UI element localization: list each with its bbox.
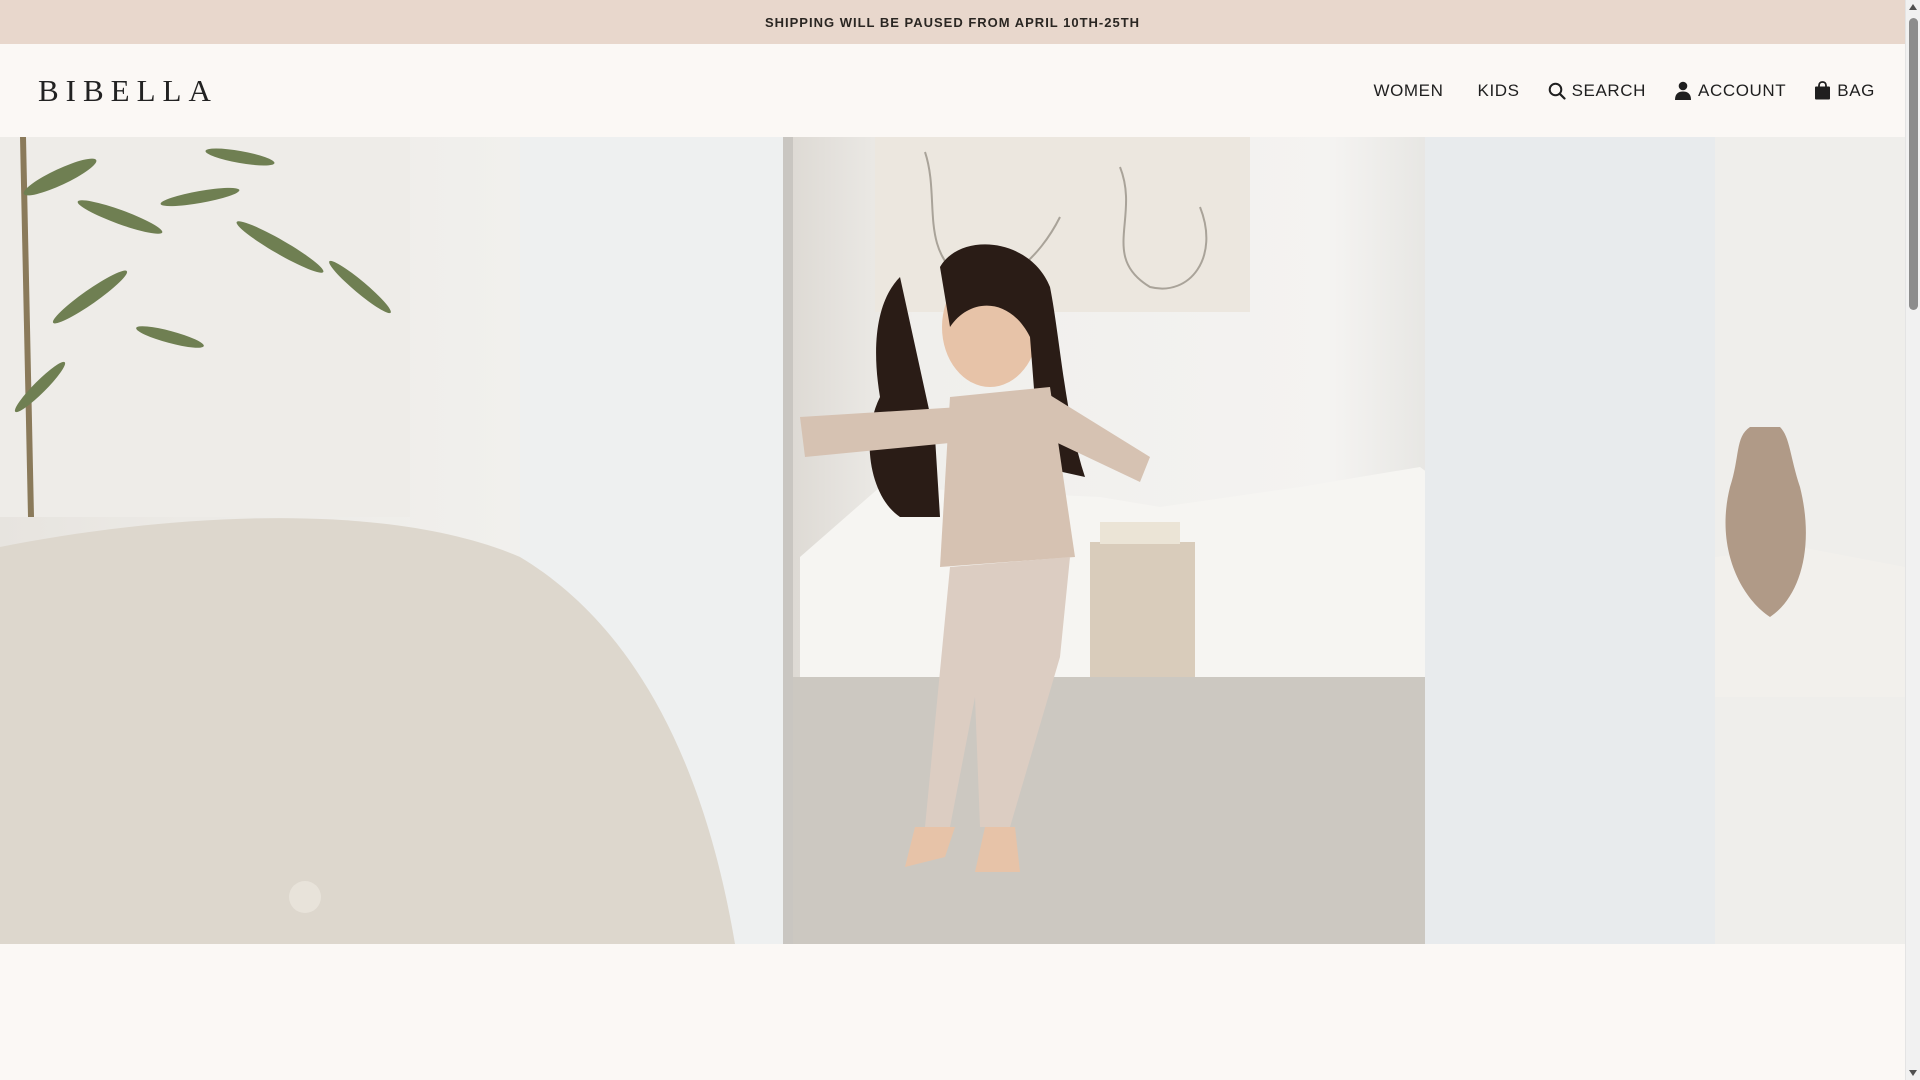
nav-search[interactable]: SEARCH: [1548, 82, 1646, 100]
nav-bag[interactable]: BAG: [1814, 81, 1875, 100]
floor: [740, 677, 1470, 944]
hero-illustration: [0, 137, 1905, 944]
scrollbar[interactable]: [1905, 0, 1920, 1080]
nav-account-label: ACCOUNT: [1698, 81, 1787, 100]
right-pillar: [1425, 137, 1715, 944]
wall-art: [875, 137, 1250, 312]
nav-women[interactable]: WOMEN: [1373, 82, 1443, 99]
scroll-down-arrow-icon[interactable]: [1909, 1070, 1917, 1076]
site-header: BIBELLA WOMEN KIDS SEARCH ACCOUNT BAG: [0, 44, 1905, 137]
main-nav: WOMEN KIDS SEARCH ACCOUNT BAG: [1373, 81, 1875, 100]
announcement-text: SHIPPING WILL BE PAUSED FROM APRIL 10TH-…: [764, 14, 1141, 30]
hero-image[interactable]: [0, 137, 1905, 944]
announcement-bar: SHIPPING WILL BE PAUSED FROM APRIL 10TH-…: [0, 0, 1905, 44]
nav-kids-label: KIDS: [1477, 81, 1520, 100]
search-icon: [1548, 82, 1566, 100]
nav-search-label: SEARCH: [1571, 81, 1647, 100]
scroll-thumb[interactable]: [1909, 18, 1918, 310]
nav-women-label: WOMEN: [1373, 81, 1444, 100]
nav-bag-label: BAG: [1837, 81, 1875, 100]
nav-kids[interactable]: KIDS: [1478, 82, 1520, 99]
user-icon: [1675, 81, 1692, 100]
logo[interactable]: BIBELLA: [38, 73, 218, 109]
bag-icon: [1815, 81, 1831, 100]
nav-account[interactable]: ACCOUNT: [1674, 81, 1786, 100]
scroll-up-arrow-icon[interactable]: [1909, 4, 1917, 10]
